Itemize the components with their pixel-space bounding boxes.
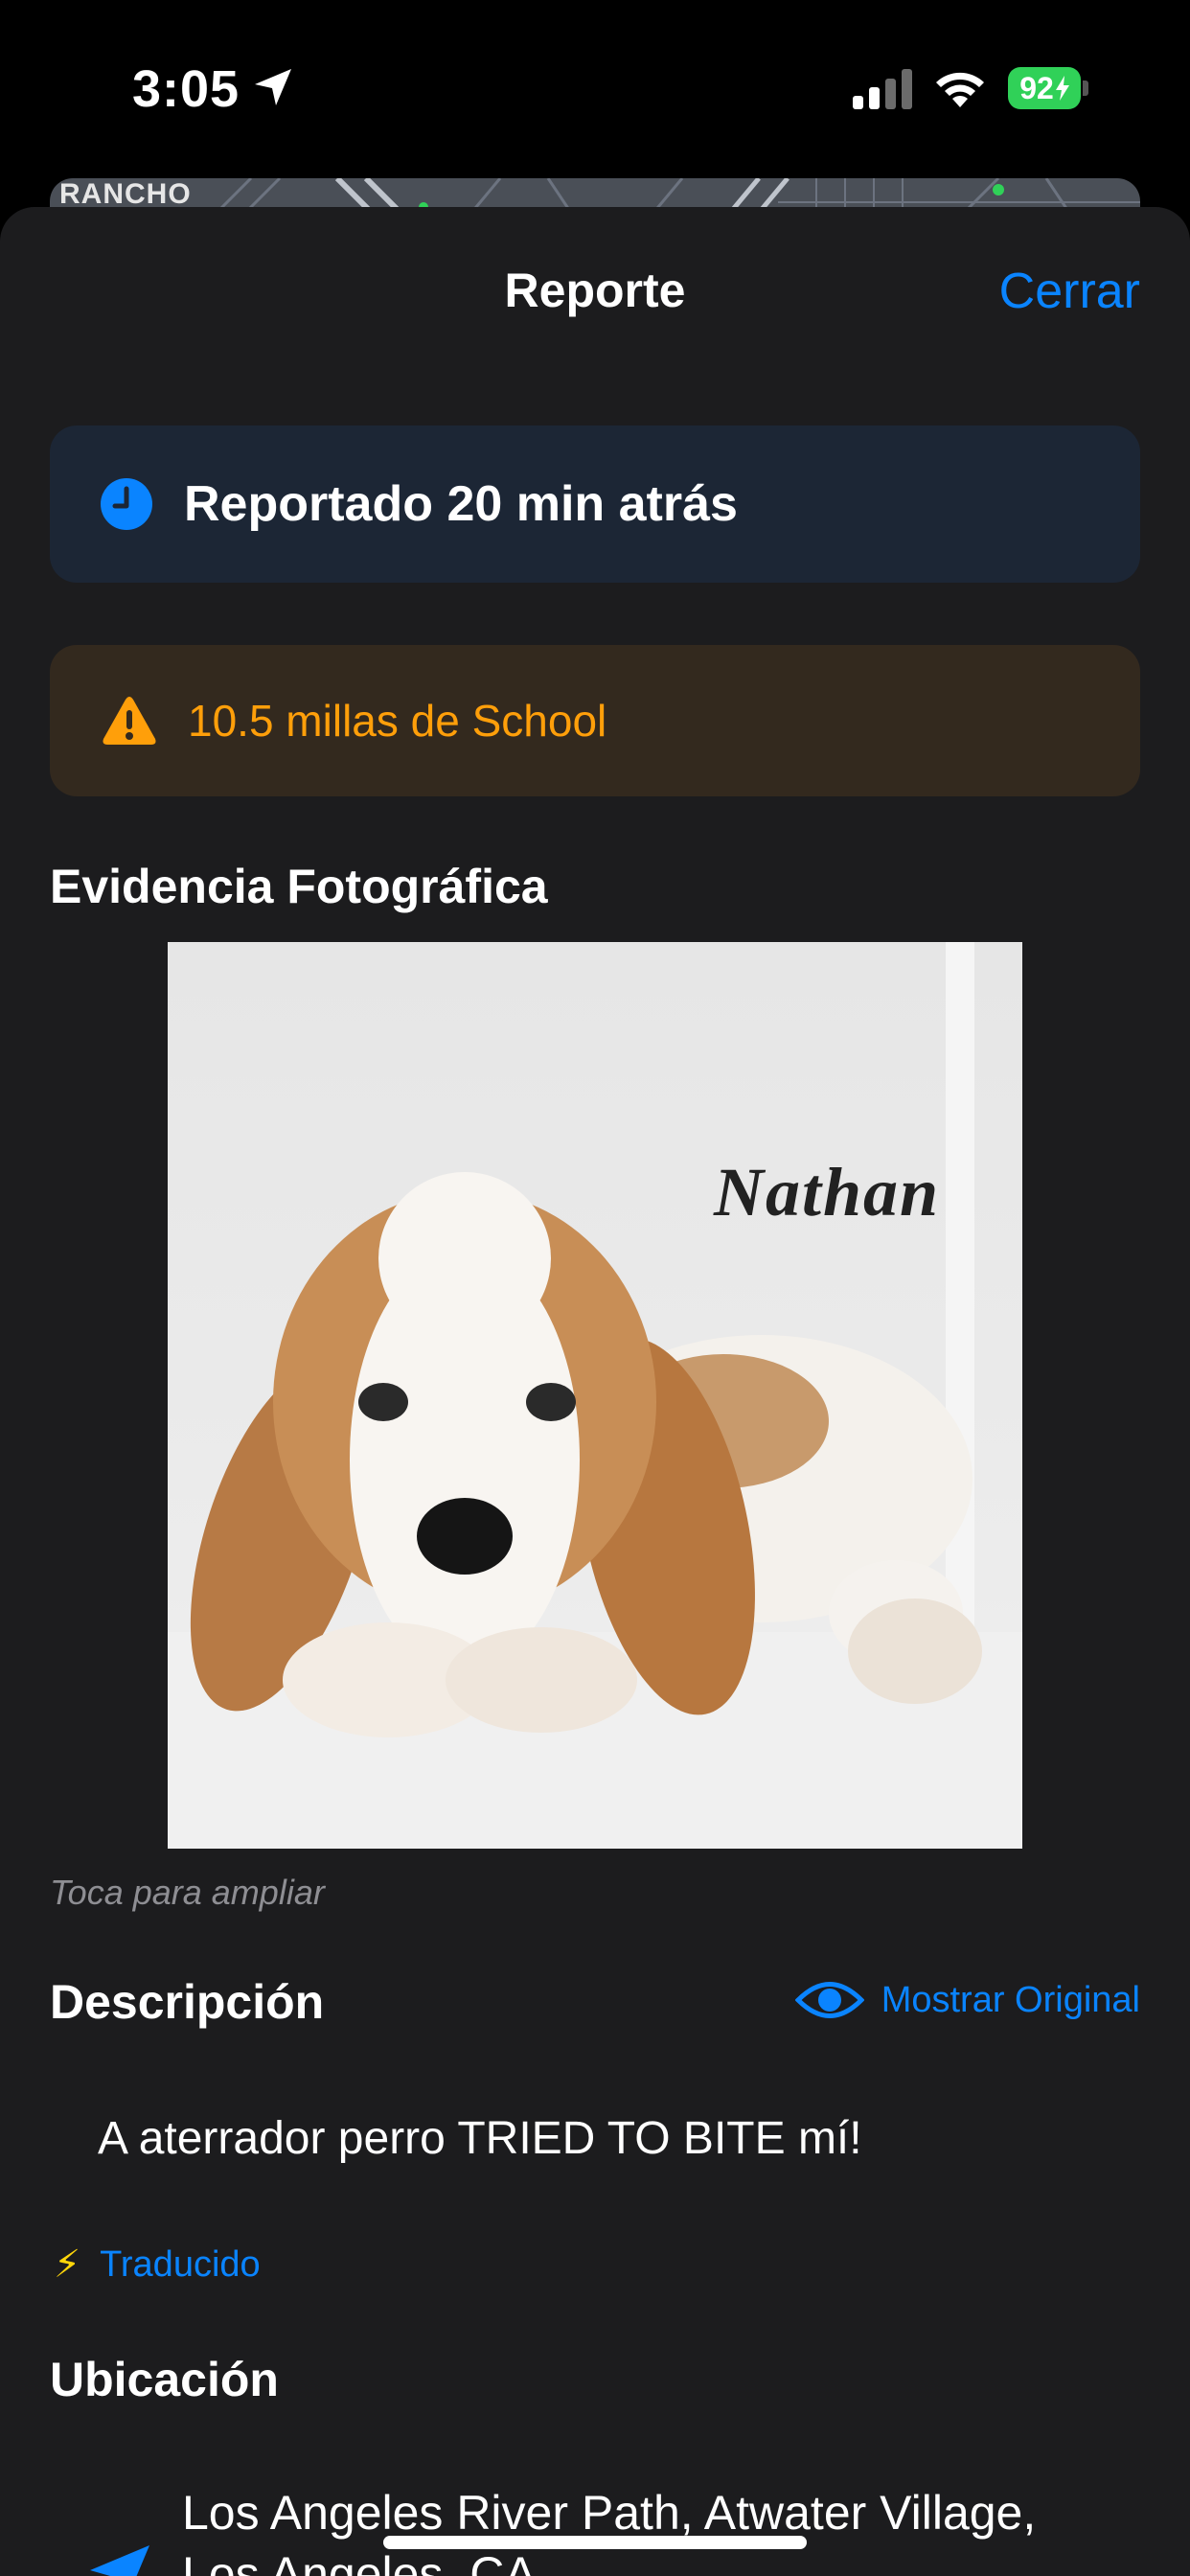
status-bar: 3:05 92 [0,0,1190,172]
cellular-signal-icon [853,69,912,109]
close-button[interactable]: Cerrar [999,263,1140,320]
report-sheet: Reporte Cerrar Reportado 20 min atrás 10… [0,207,1190,2576]
map-area-label: RANCHO [59,178,192,210]
translated-badge: ⚡ Traducido [54,2242,261,2287]
distance-warning-card: 10.5 millas de School [50,645,1140,796]
status-time: 3:05 [132,60,240,118]
description-title: Descripción [50,1975,325,2029]
charging-bolt-icon [1055,76,1069,101]
location-address[interactable]: Los Angeles River Path, Atwater Village,… [182,2482,1102,2576]
photo-caption: Toca para ampliar [50,1873,325,1912]
lightning-bolt-icon: ⚡ [54,2243,81,2286]
battery-percent-value: 92 [1019,70,1054,105]
show-original-label: Mostrar Original [881,1979,1140,2020]
battery-cap [1083,80,1088,96]
clock-icon [101,478,152,530]
navigation-arrow-icon [90,2545,149,2576]
location-arrow-icon [255,69,291,105]
eye-icon [794,1982,864,2018]
warning-triangle-icon [103,697,156,745]
photo-name-text: Nathan [714,1154,941,1230]
photo-evidence-title: Evidencia Fotográfica [50,860,548,913]
evidence-photo[interactable]: Nathan [168,942,1022,1849]
distance-warning-text: 10.5 millas de School [188,696,607,746]
puppy-photo-illustration [168,942,1022,1849]
translated-label: Traducido [100,2243,261,2285]
description-text: A aterrador perro TRIED TO BITE mí! [98,2113,862,2164]
home-indicator[interactable] [383,2536,807,2549]
wifi-icon [936,72,984,107]
battery-percent: 92 [1008,67,1081,109]
location-title: Ubicación [50,2353,279,2406]
reported-time-text: Reportado 20 min atrás [184,476,738,532]
reported-time-card: Reportado 20 min atrás [50,426,1140,583]
battery-indicator: 92 [1008,67,1088,109]
show-original-button[interactable]: Mostrar Original [794,1976,1140,2024]
